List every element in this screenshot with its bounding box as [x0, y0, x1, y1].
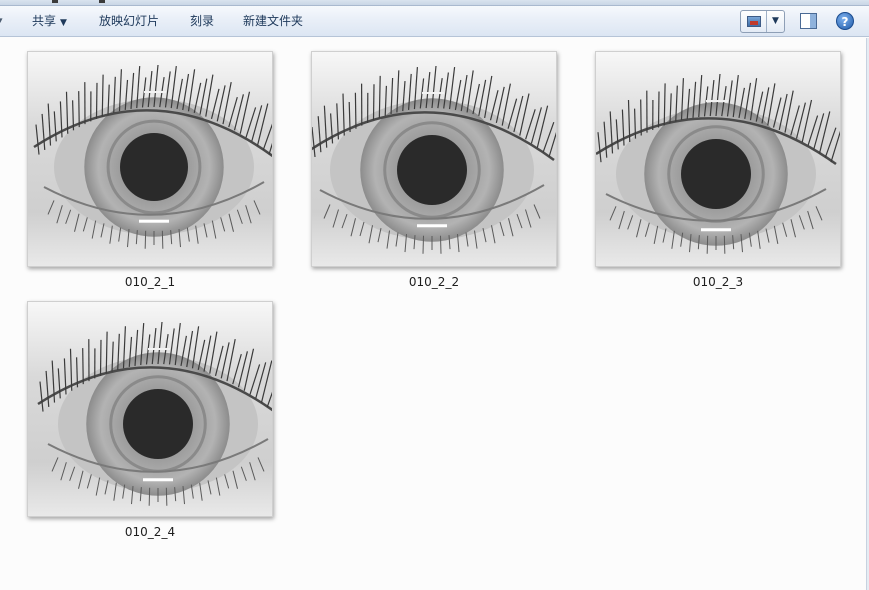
file-thumbnail[interactable]: [595, 51, 841, 267]
eye-glint: [422, 92, 444, 94]
upper-eyelash: [640, 99, 642, 136]
preview-pane-icon[interactable]: [800, 13, 817, 29]
lower-eyelash: [422, 235, 424, 254]
eye-pupil: [123, 389, 193, 459]
eye-glint: [148, 348, 170, 350]
upper-eyelash: [663, 83, 666, 126]
lower-eyelash: [148, 487, 151, 506]
new-folder-button[interactable]: 新建文件夹: [243, 6, 303, 36]
eye-pupil: [397, 135, 467, 205]
file-thumbnail[interactable]: [311, 51, 557, 267]
change-view-button[interactable]: [741, 11, 767, 32]
help-icon[interactable]: ?: [836, 12, 854, 30]
file-list-area[interactable]: 010_2_1 010_2_2 010_2_3 010_2_4: [0, 38, 869, 590]
file-item[interactable]: 010_2_3: [595, 51, 841, 291]
file-thumbnail[interactable]: [27, 301, 273, 517]
upper-eyelash: [101, 74, 104, 117]
file-item[interactable]: 010_2_2: [311, 51, 557, 291]
burn-button[interactable]: 刻录: [190, 6, 214, 36]
lower-eyelash: [144, 230, 147, 249]
upper-eyelash: [657, 91, 660, 128]
upper-eyelash: [95, 82, 98, 119]
lower-eyelash: [165, 487, 168, 506]
explorer-window: ▾ 共享 ▼ 放映幻灯片 刻录 新建文件夹 ▼ ? 010_2_1 010_2_…: [0, 0, 869, 590]
view-dropdown-button[interactable]: ▼: [767, 11, 784, 32]
organize-menu-caret[interactable]: ▾: [0, 6, 3, 36]
file-thumbnail[interactable]: [27, 51, 273, 267]
eye-thumbnail-image: [28, 52, 272, 266]
upper-eyelash: [99, 339, 102, 376]
view-options: ▼: [740, 10, 785, 33]
upper-eyelash: [378, 75, 381, 118]
slideshow-button[interactable]: 放映幻灯片: [99, 6, 159, 36]
upper-eyelash: [354, 92, 357, 129]
chevron-down-icon: ▼: [60, 18, 67, 28]
file-name-label[interactable]: 010_2_3: [595, 275, 841, 289]
upper-eyelash: [105, 331, 108, 374]
eye-glint: [417, 224, 447, 228]
eye-thumbnail-image: [312, 52, 556, 266]
file-name-label[interactable]: 010_2_2: [311, 275, 557, 289]
upper-eyelash: [372, 84, 375, 121]
share-menu-button[interactable]: 共享 ▼: [32, 6, 67, 36]
eye-glint: [706, 100, 728, 102]
picture-view-icon: [747, 16, 761, 27]
address-bar-mark: [99, 0, 105, 3]
eye-glint: [143, 478, 173, 482]
lower-eyelash: [723, 235, 726, 254]
lower-eyelash: [161, 230, 164, 249]
eye-pupil: [681, 139, 751, 209]
file-name-label[interactable]: 010_2_1: [27, 275, 273, 289]
command-bar: ▾ 共享 ▼ 放映幻灯片 刻录 新建文件夹 ▼ ?: [0, 6, 869, 37]
chevron-down-icon: ▼: [772, 16, 779, 26]
eye-pupil: [120, 133, 188, 201]
eye-glint: [144, 91, 166, 93]
file-name-label[interactable]: 010_2_4: [27, 525, 273, 539]
share-label: 共享: [32, 14, 57, 28]
upper-eyelash: [78, 91, 80, 128]
eye-glint: [139, 219, 169, 223]
eye-glint: [701, 228, 731, 232]
file-item[interactable]: 010_2_1: [27, 51, 273, 291]
eye-thumbnail-image: [596, 52, 840, 266]
eye-thumbnail-image: [28, 302, 272, 516]
address-bar-mark: [52, 0, 58, 3]
lower-eyelash: [440, 235, 442, 254]
upper-eyelash: [82, 348, 84, 385]
lower-eyelash: [706, 235, 709, 254]
file-item[interactable]: 010_2_4: [27, 301, 273, 541]
